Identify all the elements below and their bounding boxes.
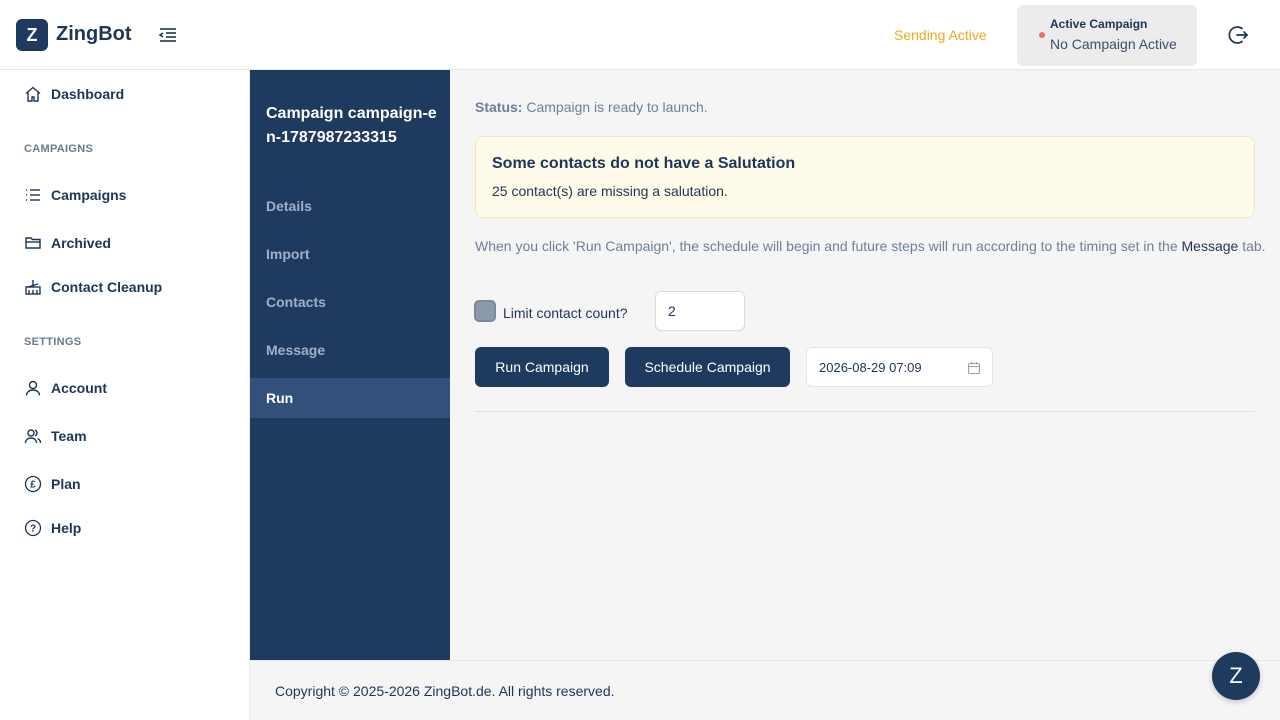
sidebar-item-help[interactable]: ? Help	[24, 519, 81, 537]
sidebar-item-label: Help	[51, 520, 82, 536]
sidebar-item-campaigns[interactable]: Campaigns	[24, 186, 126, 204]
warning-title: Some contacts do not have a Salutation	[492, 155, 796, 172]
sidebar-item-label: Archived	[51, 235, 111, 251]
sidebar-item-team[interactable]: Team	[24, 427, 87, 445]
footer: Copyright © 2025-2026 ZingBot.de. All ri…	[250, 660, 1280, 720]
folder-icon	[24, 234, 42, 252]
svg-text:£: £	[30, 480, 36, 491]
schedule-datetime-input[interactable]: 2026-08-29 07:09	[806, 347, 993, 387]
sending-status: Sending Active	[894, 27, 987, 43]
sidebar-item-label: Campaigns	[51, 187, 127, 203]
limit-contact-checkbox[interactable]	[474, 300, 496, 322]
tab-details[interactable]: Details	[250, 186, 450, 226]
sidebar-item-label: Account	[51, 380, 107, 396]
status-line: Status: Campaign is ready to launch.	[475, 99, 708, 115]
list-icon	[24, 186, 42, 204]
warning-box: Some contacts do not have a Salutation 2…	[475, 136, 1255, 218]
help-icon: ?	[24, 519, 42, 537]
sidebar-item-contact-cleanup[interactable]: Contact Cleanup	[24, 278, 162, 296]
info-text-before: When you click 'Run Campaign', the sched…	[475, 238, 1182, 254]
tab-contacts[interactable]: Contacts	[250, 282, 450, 322]
limit-contact-label: Limit contact count?	[503, 305, 628, 321]
status-dot-icon	[1039, 32, 1045, 38]
schedule-campaign-button[interactable]: Schedule Campaign	[625, 347, 790, 387]
tab-message[interactable]: Message	[250, 330, 450, 370]
limit-count-input[interactable]	[655, 291, 745, 331]
message-tab-link[interactable]: Message	[1182, 238, 1239, 254]
home-icon	[24, 85, 42, 103]
section-divider	[475, 411, 1255, 412]
main-content: Status: Campaign is ready to launch. Som…	[450, 70, 1280, 660]
team-icon	[24, 427, 42, 445]
campaign-title: Campaign campaign-en-1787987233315	[266, 105, 437, 146]
cleanup-icon	[24, 278, 42, 296]
pound-icon: £	[24, 475, 42, 493]
sidebar-item-archived[interactable]: Archived	[24, 234, 111, 252]
run-info-text: When you click 'Run Campaign', the sched…	[475, 238, 1266, 254]
sidebar-item-account[interactable]: Account	[24, 379, 107, 397]
sidebar: Dashboard CAMPAIGNS Campaigns Archived C…	[0, 70, 250, 720]
campaign-nav: Campaign campaign-en-1787987233315 Detai…	[250, 70, 450, 660]
sidebar-item-label: Team	[51, 428, 87, 444]
sidebar-item-label: Dashboard	[51, 86, 125, 102]
sidebar-item-label: Plan	[51, 476, 81, 492]
top-header: Z ZingBot Sending Active Active Campaign…	[0, 0, 1280, 70]
run-campaign-button[interactable]: Run Campaign	[475, 347, 609, 387]
section-label-settings: SETTINGS	[24, 336, 82, 348]
collapse-sidebar-icon[interactable]	[156, 24, 180, 46]
sidebar-item-label: Contact Cleanup	[51, 279, 163, 295]
chat-launcher-button[interactable]: Z	[1212, 652, 1260, 700]
svg-text:?: ?	[30, 524, 36, 535]
tab-run[interactable]: Run	[250, 378, 450, 418]
copyright-text: Copyright © 2025-2026 ZingBot.de. All ri…	[275, 683, 615, 699]
sidebar-item-dashboard[interactable]: Dashboard	[24, 85, 124, 103]
logout-icon[interactable]	[1226, 23, 1250, 47]
active-campaign-box: Active Campaign No Campaign Active	[1017, 5, 1197, 66]
logo-icon: Z	[16, 19, 48, 51]
calendar-icon[interactable]	[967, 361, 981, 375]
sidebar-item-plan[interactable]: £ Plan	[24, 475, 81, 493]
app-name: ZingBot	[56, 23, 132, 45]
info-text-after: tab.	[1238, 238, 1266, 254]
status-text: Campaign is ready to launch.	[526, 99, 708, 115]
section-label-campaigns: CAMPAIGNS	[24, 143, 94, 155]
warning-body: 25 contact(s) are missing a salutation.	[492, 183, 728, 199]
active-campaign-value: No Campaign Active	[1050, 36, 1177, 52]
schedule-datetime-value: 2026-08-29 07:09	[819, 360, 922, 375]
active-campaign-title: Active Campaign	[1050, 17, 1148, 31]
status-label: Status:	[475, 99, 523, 115]
user-icon	[24, 379, 42, 397]
tab-import[interactable]: Import	[250, 234, 450, 274]
